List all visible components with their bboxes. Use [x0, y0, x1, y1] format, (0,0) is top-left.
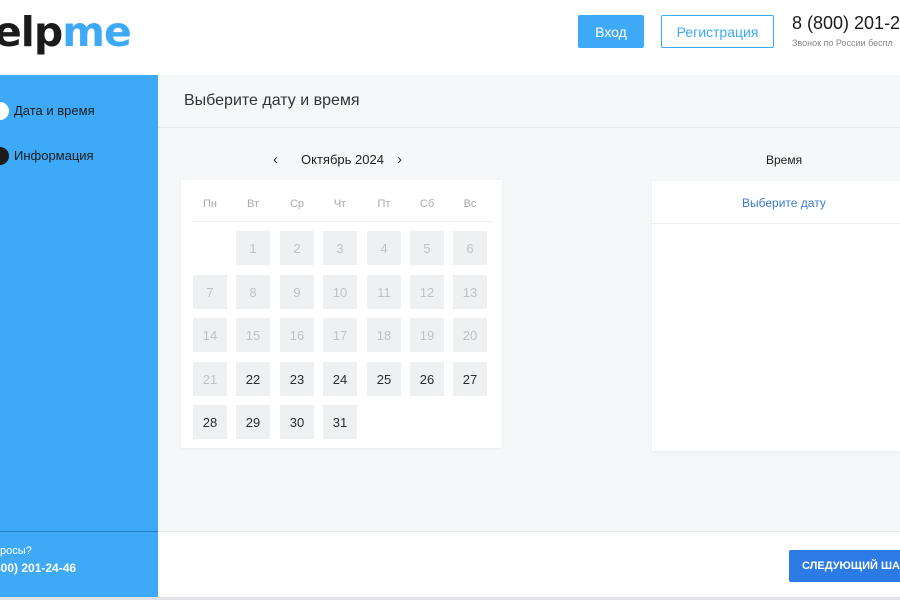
header-phone[interactable]: 8 (800) 201-24	[792, 13, 900, 34]
calendar-day: 6	[453, 231, 487, 265]
calendar-day: 2	[280, 231, 314, 265]
sidebar-question: просы?	[0, 545, 32, 557]
step-current-indicator-icon	[0, 102, 9, 120]
calendar-day: 10	[323, 275, 357, 309]
calendar: Пн Вт Ср Чт Пт Сб Вс 1 2 3 4 5 6 7 8 9 10 11 12 13 14 15 16 17 1…	[181, 180, 502, 448]
weekday-label: Вс	[463, 198, 477, 210]
calendar-day: 18	[367, 318, 401, 352]
chevron-right-icon[interactable]: ›	[397, 151, 402, 168]
page-title: Выберите дату и время	[184, 92, 360, 109]
calendar-day[interactable]: 29	[236, 405, 270, 439]
calendar-day: 14	[193, 318, 227, 352]
time-section-title: Время	[766, 153, 803, 167]
calendar-day[interactable]: 26	[410, 362, 444, 396]
calendar-day[interactable]: 28	[193, 405, 227, 439]
calendar-day: 21	[193, 362, 227, 396]
calendar-nav: ‹ Октябрь 2024 ›	[273, 150, 413, 170]
logo-text-dark: elp	[0, 8, 63, 56]
sidebar-contact: просы? 800) 201-24-46	[0, 531, 158, 597]
weekday-divider	[191, 221, 492, 222]
steps-sidebar: Дата и время Информация просы? 800) 201-…	[0, 75, 158, 597]
calendar-day: 4	[367, 231, 401, 265]
calendar-month-label: Октябрь 2024	[301, 152, 384, 167]
header-phone-note: Звонок по России беспл	[792, 38, 893, 48]
time-divider	[652, 223, 900, 224]
calendar-day[interactable]: 27	[453, 362, 487, 396]
bottom-bar: СЛЕДУЮЩИЙ ШАГ	[158, 531, 900, 597]
calendar-day: 1	[236, 231, 270, 265]
login-button[interactable]: Вход	[578, 15, 644, 48]
step-label: Дата и время	[14, 103, 95, 118]
calendar-day: 20	[453, 318, 487, 352]
sidebar-phone[interactable]: 800) 201-24-46	[0, 561, 76, 575]
calendar-day[interactable]: 24	[323, 362, 357, 396]
calendar-day[interactable]: 23	[280, 362, 314, 396]
calendar-day[interactable]: 22	[236, 362, 270, 396]
calendar-day: 16	[280, 318, 314, 352]
step-label: Информация	[14, 148, 94, 163]
logo[interactable]: elpme	[0, 8, 132, 56]
top-bar: elpme Вход Регистрация 8 (800) 201-24 Зв…	[0, 0, 900, 75]
weekday-label: Сб	[419, 198, 435, 210]
calendar-day: 9	[280, 275, 314, 309]
calendar-day[interactable]: 25	[367, 362, 401, 396]
calendar-day: 11	[367, 275, 401, 309]
calendar-day: 17	[323, 318, 357, 352]
register-button[interactable]: Регистрация	[661, 15, 774, 48]
calendar-day: 5	[410, 231, 444, 265]
weekday-label: Вт	[246, 198, 259, 210]
calendar-day: 19	[410, 318, 444, 352]
next-step-button[interactable]: СЛЕДУЮЩИЙ ШАГ	[789, 550, 900, 582]
calendar-day: 12	[410, 275, 444, 309]
weekday-label: Чт	[333, 198, 347, 210]
calendar-day: 8	[236, 275, 270, 309]
calendar-day[interactable]: 31	[323, 405, 357, 439]
logo-text-blue: me	[62, 8, 132, 56]
title-divider	[158, 127, 900, 128]
calendar-day: 13	[453, 275, 487, 309]
time-slots-panel: Выберите дату	[652, 181, 900, 451]
calendar-day: 15	[236, 318, 270, 352]
weekday-label: Пн	[203, 198, 217, 210]
calendar-empty-cell	[193, 231, 227, 265]
weekday-label: Пт	[377, 198, 391, 210]
step-pending-indicator-icon	[0, 147, 9, 165]
calendar-day: 3	[323, 231, 357, 265]
weekday-label: Ср	[289, 198, 305, 210]
chevron-left-icon[interactable]: ‹	[273, 151, 278, 168]
time-select-date-hint: Выберите дату	[742, 196, 826, 210]
calendar-day[interactable]: 30	[280, 405, 314, 439]
calendar-day: 7	[193, 275, 227, 309]
